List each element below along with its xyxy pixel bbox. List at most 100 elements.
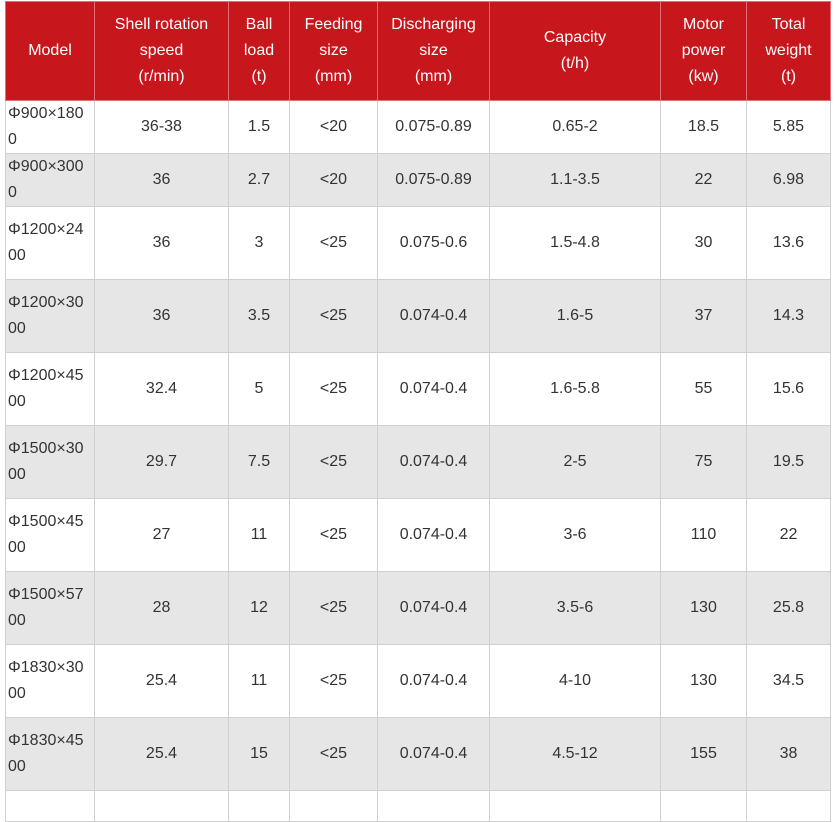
table-row bbox=[5, 790, 831, 822]
cell-motor-power bbox=[660, 790, 747, 822]
cell-shell-rotation-speed: 36 bbox=[94, 206, 229, 280]
cell-ball-load: 5 bbox=[228, 352, 290, 426]
cell-model: Φ1200×2400 bbox=[5, 206, 95, 280]
cell-total-weight: 25.8 bbox=[746, 571, 831, 645]
cell-model: Φ1200×4500 bbox=[5, 352, 95, 426]
cell-total-weight: 13.6 bbox=[746, 206, 831, 280]
cell-feeding-size: <20 bbox=[289, 153, 378, 207]
cell-shell-rotation-speed: 36-38 bbox=[94, 100, 229, 154]
cell-motor-power: 22 bbox=[660, 153, 747, 207]
column-header-discharging-size: Discharging size (mm) bbox=[377, 1, 490, 101]
cell-total-weight: 38 bbox=[746, 717, 831, 791]
column-header-line: Motor bbox=[683, 16, 724, 33]
cell-motor-power: 18.5 bbox=[660, 100, 747, 154]
column-header-line: (t) bbox=[251, 68, 267, 85]
cell-motor-power: 30 bbox=[660, 206, 747, 280]
cell-feeding-size: <25 bbox=[289, 279, 378, 353]
table-row: Φ1500×3000 29.7 7.5 <25 0.074-0.4 2-5 75 19.5 bbox=[5, 425, 831, 499]
column-header-line: Total bbox=[771, 16, 806, 33]
cell-discharging-size: 0.075-0.6 bbox=[377, 206, 490, 280]
cell-model: Φ1500×4500 bbox=[5, 498, 95, 572]
cell-feeding-size: <25 bbox=[289, 717, 378, 791]
cell-capacity: 4-10 bbox=[489, 644, 661, 718]
column-header-motor-power: Motor power (kw) bbox=[660, 1, 747, 101]
cell-model: Φ900×1800 bbox=[5, 100, 95, 154]
cell-total-weight: 5.85 bbox=[746, 100, 831, 154]
cell-feeding-size: <25 bbox=[289, 352, 378, 426]
cell-ball-load: 3.5 bbox=[228, 279, 290, 353]
table-body: Φ900×1800 36-38 1.5 <20 0.075-0.89 0.65-2 18.5… bbox=[5, 100, 831, 822]
cell-model: Φ1830×3000 bbox=[5, 644, 95, 718]
cell-shell-rotation-speed: 25.4 bbox=[94, 717, 229, 791]
cell-ball-load: 2.7 bbox=[228, 153, 290, 207]
cell-total-weight: 19.5 bbox=[746, 425, 831, 499]
cell-discharging-size: 0.074-0.4 bbox=[377, 279, 490, 353]
cell-motor-power: 130 bbox=[660, 644, 747, 718]
column-header-line: Ball bbox=[245, 16, 273, 33]
cell-discharging-size: 0.075-0.89 bbox=[377, 100, 490, 154]
cell-shell-rotation-speed: 36 bbox=[94, 279, 229, 353]
cell-motor-power: 130 bbox=[660, 571, 747, 645]
cell-capacity: 1.6-5.8 bbox=[489, 352, 661, 426]
column-header-line: size bbox=[319, 42, 348, 59]
column-header-model: Model bbox=[5, 1, 95, 101]
column-header-line: Model bbox=[28, 42, 72, 59]
cell-feeding-size: <25 bbox=[289, 206, 378, 280]
cell-capacity: 3.5-6 bbox=[489, 571, 661, 645]
cell-shell-rotation-speed: 32.4 bbox=[94, 352, 229, 426]
cell-total-weight bbox=[746, 790, 831, 822]
cell-feeding-size bbox=[289, 790, 378, 822]
cell-motor-power: 75 bbox=[660, 425, 747, 499]
cell-ball-load: 12 bbox=[228, 571, 290, 645]
cell-capacity: 3-6 bbox=[489, 498, 661, 572]
cell-feeding-size: <25 bbox=[289, 644, 378, 718]
column-header-line: power bbox=[681, 42, 726, 59]
column-header-line: load bbox=[243, 42, 275, 59]
cell-shell-rotation-speed: 25.4 bbox=[94, 644, 229, 718]
cell-model bbox=[5, 790, 95, 822]
cell-discharging-size: 0.074-0.4 bbox=[377, 717, 490, 791]
cell-discharging-size bbox=[377, 790, 490, 822]
cell-total-weight: 15.6 bbox=[746, 352, 831, 426]
cell-motor-power: 155 bbox=[660, 717, 747, 791]
column-header-shell-rotation-speed: Shell rotation speed (r/min) bbox=[94, 1, 229, 101]
cell-model: Φ1500×3000 bbox=[5, 425, 95, 499]
cell-capacity: 0.65-2 bbox=[489, 100, 661, 154]
column-header-line: Feeding bbox=[304, 16, 363, 33]
column-header-line: weight bbox=[765, 42, 812, 59]
cell-discharging-size: 0.074-0.4 bbox=[377, 352, 490, 426]
cell-total-weight: 14.3 bbox=[746, 279, 831, 353]
cell-motor-power: 55 bbox=[660, 352, 747, 426]
cell-ball-load: 15 bbox=[228, 717, 290, 791]
column-header-line: (r/min) bbox=[138, 68, 185, 85]
cell-feeding-size: <20 bbox=[289, 100, 378, 154]
cell-capacity: 1.6-5 bbox=[489, 279, 661, 353]
column-header-line: speed bbox=[139, 42, 184, 59]
table-row: Φ1500×4500 27 11 <25 0.074-0.4 3-6 110 22 bbox=[5, 498, 831, 572]
column-header-line: Capacity bbox=[543, 29, 607, 46]
column-header-line: (kw) bbox=[688, 68, 719, 85]
cell-discharging-size: 0.075-0.89 bbox=[377, 153, 490, 207]
cell-ball-load: 3 bbox=[228, 206, 290, 280]
cell-model: Φ900×3000 bbox=[5, 153, 95, 207]
cell-feeding-size: <25 bbox=[289, 425, 378, 499]
column-header-line: (mm) bbox=[314, 68, 353, 85]
column-header-line: size bbox=[419, 42, 448, 59]
cell-shell-rotation-speed bbox=[94, 790, 229, 822]
header-row: Model Shell rotation speed (r/min) Ball load (… bbox=[5, 1, 831, 101]
cell-discharging-size: 0.074-0.4 bbox=[377, 571, 490, 645]
table-row: Φ1830×4500 25.4 15 <25 0.074-0.4 4.5-12 155 38 bbox=[5, 717, 831, 791]
column-header-line: (t/h) bbox=[560, 55, 590, 72]
cell-discharging-size: 0.074-0.4 bbox=[377, 644, 490, 718]
ball-mill-spec-table-wrapper: Model Shell rotation speed (r/min) Ball load (… bbox=[5, 1, 831, 822]
column-header-line: Discharging bbox=[391, 16, 476, 33]
cell-discharging-size: 0.074-0.4 bbox=[377, 498, 490, 572]
cell-shell-rotation-speed: 28 bbox=[94, 571, 229, 645]
column-header-line: Shell rotation bbox=[114, 16, 209, 33]
table-row: Φ1200×2400 36 3 <25 0.075-0.6 1.5-4.8 30 13.6 bbox=[5, 206, 831, 280]
cell-shell-rotation-speed: 27 bbox=[94, 498, 229, 572]
cell-model: Φ1200×3000 bbox=[5, 279, 95, 353]
column-header-ball-load: Ball load (t) bbox=[228, 1, 290, 101]
table-row: Φ1200×4500 32.4 5 <25 0.074-0.4 1.6-5.8 55 15.6 bbox=[5, 352, 831, 426]
column-header-line: (t) bbox=[780, 68, 797, 85]
